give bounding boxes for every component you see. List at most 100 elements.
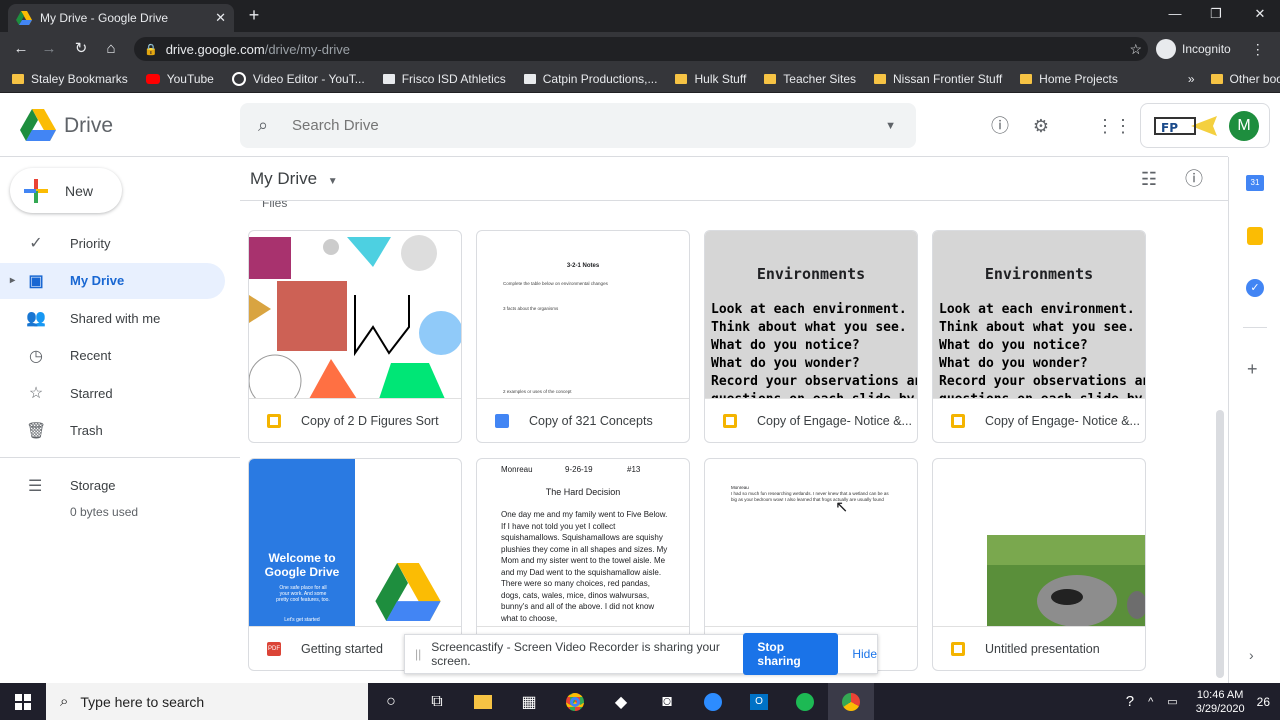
- reload-icon[interactable]: ↻: [70, 38, 92, 60]
- new-tab-icon[interactable]: +: [244, 5, 264, 26]
- file-card[interactable]: 3-2-1 Notes Complete the table below on e…: [476, 230, 690, 443]
- sidebar-item-my-drive[interactable]: ▸ ▣ My Drive: [0, 262, 225, 299]
- apps-grid-icon[interactable]: ⋮⋮: [1096, 113, 1132, 139]
- url-path: /drive/my-drive: [264, 41, 350, 57]
- windows-start-icon[interactable]: [0, 683, 46, 720]
- incognito-label: Incognito: [1182, 42, 1231, 56]
- bookmark-item[interactable]: YouTube: [145, 72, 214, 86]
- bookmark-item[interactable]: Catpin Productions,...: [523, 72, 657, 86]
- chrome-icon[interactable]: [552, 683, 598, 720]
- add-addon-icon[interactable]: +: [1247, 359, 1258, 380]
- scrollbar[interactable]: [1216, 410, 1224, 678]
- taskbar-search[interactable]: ⌕ Type here to search: [46, 683, 368, 720]
- file-name: Untitled presentation: [985, 642, 1100, 656]
- photos-icon[interactable]: ◆: [598, 683, 644, 720]
- incognito-indicator[interactable]: Incognito ⋮: [1156, 38, 1265, 60]
- avatar[interactable]: M: [1229, 111, 1259, 141]
- maximize-icon[interactable]: ❐: [1206, 6, 1226, 22]
- calculator-icon[interactable]: ▦: [506, 683, 552, 720]
- file-card[interactable]: Environments Look at each environment. Th…: [932, 230, 1146, 443]
- file-thumbnail[interactable]: Environments Look at each environment. Th…: [705, 231, 917, 399]
- bookmark-item[interactable]: Video Editor - YouT...: [231, 71, 365, 86]
- file-explorer-icon[interactable]: [460, 683, 506, 720]
- drag-handle[interactable]: ||: [415, 647, 421, 661]
- drive-product-name[interactable]: Drive: [64, 114, 113, 138]
- file-caption[interactable]: Copy of 321 Concepts: [477, 399, 689, 442]
- welcome-title: Welcome to Google Drive: [264, 551, 340, 579]
- clock[interactable]: 10:46 AM 3/29/2020: [1196, 688, 1245, 716]
- help-tray-icon[interactable]: ?: [1126, 693, 1134, 710]
- bookmark-item[interactable]: Home Projects: [1020, 72, 1118, 86]
- file-thumbnail[interactable]: Welcome to Google Drive One safe place fo…: [249, 459, 461, 627]
- bookmark-item[interactable]: Nissan Frontier Stuff: [874, 72, 1002, 86]
- minimize-icon[interactable]: —: [1165, 6, 1185, 21]
- notification-center-icon[interactable]: 26: [1257, 695, 1270, 709]
- sidebar-item-trash[interactable]: 🗑 Trash: [0, 413, 225, 449]
- zoom-icon[interactable]: [690, 683, 736, 720]
- file-thumbnail[interactable]: Monreau I had so much fun researching wet…: [705, 459, 917, 627]
- stop-sharing-button[interactable]: Stop sharing: [743, 633, 839, 675]
- location-dropdown[interactable]: My Drive ▼: [250, 169, 338, 189]
- file-caption[interactable]: Untitled presentation: [933, 627, 1145, 670]
- help-icon[interactable]: ⓘ: [987, 113, 1013, 139]
- file-thumbnail[interactable]: Monreau 9-26-19 #13 The Hard Decision One da…: [477, 459, 689, 627]
- address-bar[interactable]: 🔒 drive.google.com /drive/my-drive ☆: [134, 37, 1148, 61]
- bookmark-item[interactable]: Hulk Stuff: [675, 72, 746, 86]
- expand-arrow-icon[interactable]: ▸: [10, 275, 15, 286]
- share-message: Screencastify - Screen Video Recorder is…: [431, 640, 720, 668]
- tray-chevron-up-icon[interactable]: ^: [1148, 696, 1153, 708]
- file-thumbnail[interactable]: [249, 231, 461, 399]
- panel-chevron-right-icon[interactable]: ›: [1249, 647, 1254, 663]
- file-caption[interactable]: Copy of Engage- Notice &...: [705, 399, 917, 442]
- outlook-icon[interactable]: O: [736, 683, 782, 720]
- details-info-icon[interactable]: ⓘ: [1181, 166, 1207, 192]
- bookmark-item[interactable]: Staley Bookmarks: [12, 72, 128, 86]
- sidebar-item-recent[interactable]: ◷ Recent: [0, 338, 225, 374]
- search-options-icon[interactable]: ▼: [885, 120, 896, 132]
- task-view-icon[interactable]: ⧉: [414, 683, 460, 720]
- file-thumbnail[interactable]: 3-2-1 Notes Complete the table below on e…: [477, 231, 689, 399]
- bookmark-star-icon[interactable]: ☆: [1129, 41, 1142, 58]
- bookmark-label: Home Projects: [1039, 71, 1118, 86]
- forward-icon[interactable]: →: [38, 38, 60, 60]
- list-view-icon[interactable]: ☷: [1136, 166, 1162, 192]
- back-icon[interactable]: ←: [10, 38, 32, 60]
- file-caption[interactable]: Copy of Engage- Notice &...: [933, 399, 1145, 442]
- browser-tab[interactable]: My Drive - Google Drive ✕: [8, 4, 234, 32]
- close-window-icon[interactable]: ✕: [1250, 6, 1270, 22]
- settings-gear-icon[interactable]: ⚙: [1028, 113, 1054, 139]
- search-input[interactable]: [292, 117, 886, 134]
- file-thumbnail[interactable]: [933, 459, 1145, 627]
- new-button[interactable]: New: [10, 168, 122, 213]
- file-card[interactable]: Copy of 2 D Figures Sort: [248, 230, 462, 443]
- sidebar-item-label: Priority: [70, 235, 111, 251]
- camera-icon[interactable]: ◙: [644, 683, 690, 720]
- sidebar-item-shared-with-me[interactable]: 👥 Shared with me: [0, 300, 225, 336]
- sidebar-item-priority[interactable]: ✓ Priority: [0, 225, 225, 261]
- browser-menu-icon[interactable]: ⋮: [1251, 41, 1265, 58]
- file-thumbnail[interactable]: Environments Look at each environment. Th…: [933, 231, 1145, 399]
- chrome-active-icon[interactable]: [828, 683, 874, 720]
- other-bookmarks[interactable]: Other bookmarks: [1210, 72, 1280, 86]
- search-box[interactable]: ⌕ ▼: [240, 103, 916, 148]
- search-icon[interactable]: ⌕: [258, 115, 276, 136]
- spotify-icon[interactable]: [782, 683, 828, 720]
- tasks-icon[interactable]: ✓: [1246, 279, 1264, 297]
- file-card[interactable]: Environments Look at each environment. Th…: [704, 230, 918, 443]
- file-card[interactable]: Untitled presentation: [932, 458, 1146, 671]
- close-tab-icon[interactable]: ✕: [215, 10, 226, 26]
- hide-button[interactable]: Hide: [852, 647, 877, 661]
- bookmarks-overflow-icon[interactable]: »: [1188, 72, 1195, 86]
- keep-icon[interactable]: [1247, 227, 1263, 245]
- taskbar-search-placeholder: Type here to search: [80, 693, 205, 710]
- file-caption[interactable]: Copy of 2 D Figures Sort: [249, 399, 461, 442]
- sidebar-item-starred[interactable]: ☆ Starred: [0, 375, 225, 411]
- home-icon[interactable]: ⌂: [100, 38, 122, 60]
- storage-label[interactable]: Storage: [70, 478, 116, 493]
- battery-icon[interactable]: ▭: [1167, 695, 1177, 708]
- bookmark-item[interactable]: Frisco ISD Athletics: [382, 72, 506, 86]
- drive-logo-icon[interactable]: [20, 109, 56, 141]
- calendar-icon[interactable]: 31: [1246, 175, 1264, 191]
- bookmark-item[interactable]: Teacher Sites: [764, 72, 856, 86]
- cortana-icon[interactable]: ○: [368, 683, 414, 720]
